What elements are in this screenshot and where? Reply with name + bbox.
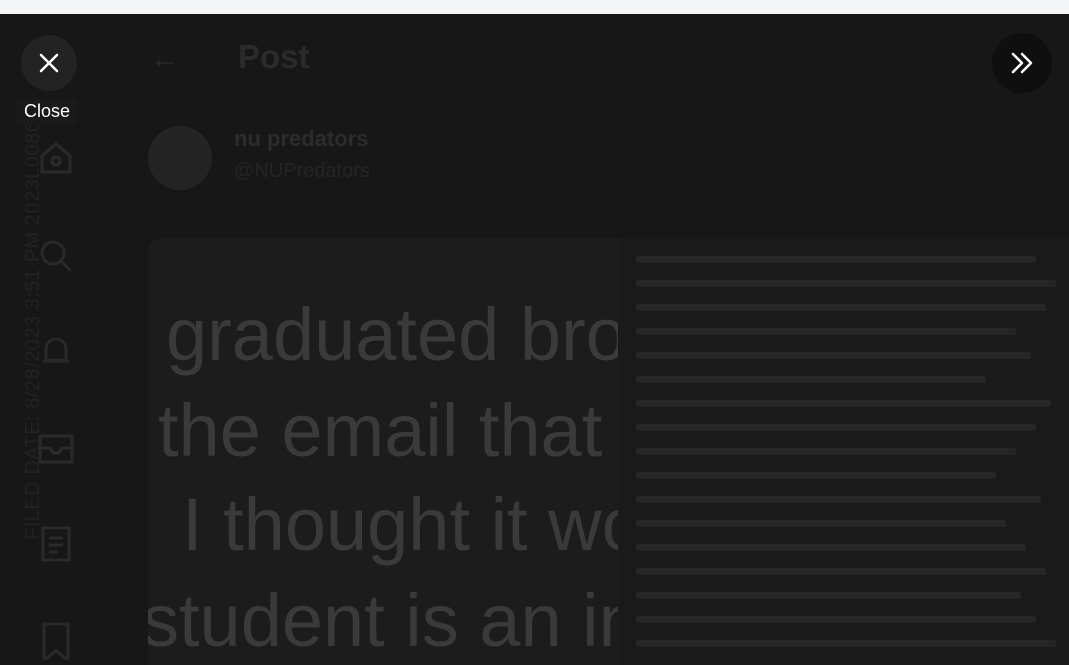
document-text-line bbox=[636, 280, 1056, 287]
document-text-line bbox=[636, 496, 1041, 503]
document-text-line bbox=[636, 472, 996, 479]
close-button[interactable] bbox=[21, 35, 77, 91]
avatar bbox=[148, 126, 212, 190]
close-tooltip: Close bbox=[17, 98, 78, 125]
account-name: nu predators bbox=[234, 126, 369, 151]
post-image: graduated bro the email that I thought i… bbox=[148, 238, 618, 665]
background-post-page: ← Post nu predators @NUPredators graduat… bbox=[0, 14, 1069, 665]
document-text-line bbox=[636, 400, 1051, 407]
document-text-line bbox=[636, 592, 1021, 599]
document-text-line bbox=[636, 520, 1006, 527]
post-text-line: I thought it wo bbox=[182, 483, 618, 566]
document-text-line bbox=[636, 352, 1031, 359]
document-text-line bbox=[636, 256, 1036, 263]
lightbox-overlay: ← Post nu predators @NUPredators graduat… bbox=[0, 14, 1069, 665]
expand-panel-button[interactable] bbox=[992, 33, 1052, 93]
document-text-line bbox=[636, 304, 1046, 311]
page-title: Post bbox=[238, 38, 310, 75]
document-text-line bbox=[636, 376, 986, 383]
document-text-line bbox=[636, 568, 1046, 575]
document-text-line bbox=[636, 544, 1026, 551]
filed-date-watermark: FILED DATE: 8/28/2023 3:51 PM 2023L00868… bbox=[22, 97, 44, 540]
post-text-line: student is an in bbox=[148, 579, 618, 662]
document-text-line bbox=[636, 424, 1036, 431]
post-text-line: graduated bro bbox=[166, 293, 618, 376]
document-text-line bbox=[636, 640, 1056, 647]
account-handle: @NUPredators bbox=[234, 160, 370, 182]
document-text-line bbox=[636, 448, 1016, 455]
chevrons-right-icon bbox=[1011, 52, 1033, 74]
bookmark-icon bbox=[36, 620, 76, 663]
close-icon bbox=[39, 53, 59, 73]
document-text-line bbox=[636, 328, 1016, 335]
document-image bbox=[618, 238, 1069, 665]
document-text-line bbox=[636, 616, 1036, 623]
arrow-left-icon: ← bbox=[150, 42, 180, 75]
post-text-line: the email that bbox=[158, 389, 603, 472]
